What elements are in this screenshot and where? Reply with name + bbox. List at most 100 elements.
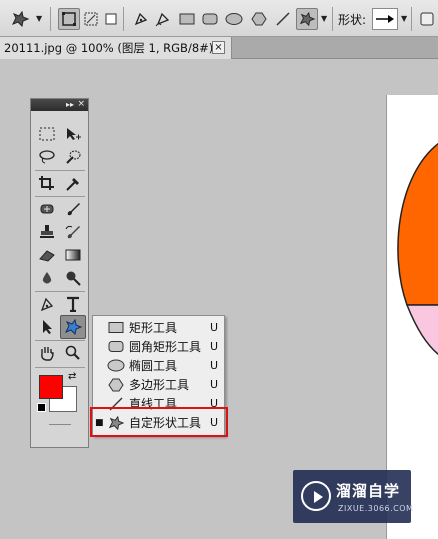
polygon-tool-button[interactable]: [248, 8, 270, 30]
dodge-icon: [66, 271, 81, 286]
rectangular-marquee-icon: [39, 127, 55, 141]
quick-selection-tool[interactable]: [61, 146, 85, 168]
ellipse-icon: [107, 358, 125, 374]
gradient-tool[interactable]: [61, 244, 85, 266]
path-selection-icon: [43, 320, 52, 334]
path-selection-tool[interactable]: [35, 316, 59, 338]
clone-stamp-tool[interactable]: [35, 221, 59, 243]
hand-icon: [41, 347, 54, 361]
separator: [332, 7, 333, 31]
shape-picker[interactable]: [372, 8, 398, 30]
line-icon: [276, 12, 290, 26]
shape-layers-button[interactable]: [58, 8, 80, 30]
menu-item-rectangle-tool[interactable]: 矩形工具 U: [93, 318, 224, 337]
history-brush-tool[interactable]: [61, 221, 85, 243]
toolbox-titlebar[interactable]: ▸▸ ×: [31, 99, 88, 111]
swap-colors-icon[interactable]: ⇄: [68, 371, 76, 382]
rounded-rectangle-tool-button[interactable]: [199, 8, 221, 30]
close-icon[interactable]: ×: [77, 99, 85, 110]
paths-button[interactable]: [80, 8, 102, 30]
divider: [35, 196, 85, 197]
type-tool[interactable]: [61, 293, 85, 315]
dodge-tool[interactable]: [61, 267, 85, 289]
custom-shape-icon: [299, 11, 316, 27]
menu-item-ellipse-tool[interactable]: 椭圆工具 U: [93, 356, 224, 375]
freeform-pen-button[interactable]: [152, 8, 174, 30]
shortcut-key: U: [210, 340, 219, 353]
stamp-icon: [40, 225, 54, 238]
arrow-right-icon: [376, 15, 394, 23]
quick-selection-icon: [66, 150, 81, 164]
healing-brush-icon: [40, 204, 54, 214]
divider: [35, 291, 85, 292]
separator: [50, 7, 51, 31]
ellipse-icon: [225, 13, 243, 25]
zoom-tool[interactable]: [61, 342, 85, 364]
lasso-tool[interactable]: [35, 146, 59, 168]
chevron-down-icon[interactable]: ▼: [36, 14, 42, 23]
quick-mask-indicator[interactable]: [49, 424, 71, 425]
rounded-rectangle-icon: [202, 13, 218, 25]
watermark: 溜溜自学 ZIXUE.3066.COM: [293, 470, 414, 523]
shortcut-key: U: [210, 378, 219, 391]
fill-pixels-icon: [105, 13, 117, 25]
rounded-rectangle-icon: [107, 339, 125, 355]
move-tool[interactable]: [61, 123, 85, 145]
zoom-icon: [65, 345, 80, 360]
ellipse-tool-button[interactable]: [223, 8, 245, 30]
crop-icon: [39, 176, 54, 190]
close-icon[interactable]: ×: [212, 41, 225, 54]
blur-drop-icon: [42, 272, 52, 284]
blur-tool[interactable]: [35, 267, 59, 289]
tool-preset-picker[interactable]: [8, 8, 32, 30]
shortcut-key: U: [210, 359, 219, 372]
chevron-down-icon[interactable]: ▼: [321, 14, 327, 23]
freeform-pen-icon: [155, 12, 170, 27]
divider: [35, 367, 85, 368]
type-icon: [67, 296, 79, 312]
highlight-annotation: [90, 407, 228, 437]
polygon-icon: [107, 377, 125, 393]
document-tab-bar: 20111.jpg @ 100% (图层 1, RGB/8#) * ×: [0, 37, 438, 59]
eyedropper-icon: [66, 178, 79, 191]
menu-item-label: 矩形工具: [129, 321, 178, 335]
eraser-tool[interactable]: [35, 244, 59, 266]
collapse-icon[interactable]: ▸▸: [66, 100, 74, 110]
eyedropper-tool[interactable]: [61, 172, 85, 194]
menu-item-rounded-rectangle-tool[interactable]: 圆角矩形工具 U: [93, 337, 224, 356]
foreground-color-swatch[interactable]: [39, 375, 63, 399]
chevron-down-icon[interactable]: ▼: [401, 14, 407, 23]
pen-tool-button[interactable]: [130, 8, 152, 30]
fill-pixels-button[interactable]: [100, 8, 122, 30]
separator: [411, 7, 412, 31]
crop-tool[interactable]: [35, 172, 59, 194]
watermark-url: ZIXUE.3066.COM: [338, 504, 414, 513]
history-brush-icon: [65, 225, 80, 239]
toolbox-panel: ▸▸ × ⇄: [30, 98, 89, 448]
options-bar: ▼ ▼ 形状: ▼: [0, 0, 438, 37]
hand-tool[interactable]: [35, 342, 59, 364]
spot-healing-tool[interactable]: [35, 198, 59, 220]
menu-item-label: 椭圆工具: [129, 359, 178, 373]
shape-option-button[interactable]: [416, 8, 438, 30]
brush-tool[interactable]: [61, 198, 85, 220]
rectangle-tool-button[interactable]: [176, 8, 198, 30]
custom-shape-tool[interactable]: [60, 315, 86, 339]
marquee-tool[interactable]: [35, 123, 59, 145]
shortcut-key: U: [210, 321, 219, 334]
pen-icon: [134, 12, 148, 26]
menu-item-label: 多边形工具: [129, 378, 190, 392]
pen-tool[interactable]: [35, 293, 59, 315]
line-tool-button[interactable]: [272, 8, 294, 30]
custom-shape-tool-button[interactable]: [296, 8, 318, 30]
gradient-icon: [65, 249, 81, 261]
document-tab[interactable]: 20111.jpg @ 100% (图层 1, RGB/8#) * ×: [0, 37, 232, 59]
rectangle-icon: [179, 13, 195, 25]
default-colors-icon[interactable]: [37, 403, 46, 412]
divider: [35, 170, 85, 171]
polygon-icon: [251, 12, 267, 26]
menu-item-polygon-tool[interactable]: 多边形工具 U: [93, 375, 224, 394]
document-title: 20111.jpg @ 100% (图层 1, RGB/8#) *: [4, 41, 223, 55]
play-logo-icon: [301, 481, 331, 511]
pen-icon: [40, 297, 54, 312]
